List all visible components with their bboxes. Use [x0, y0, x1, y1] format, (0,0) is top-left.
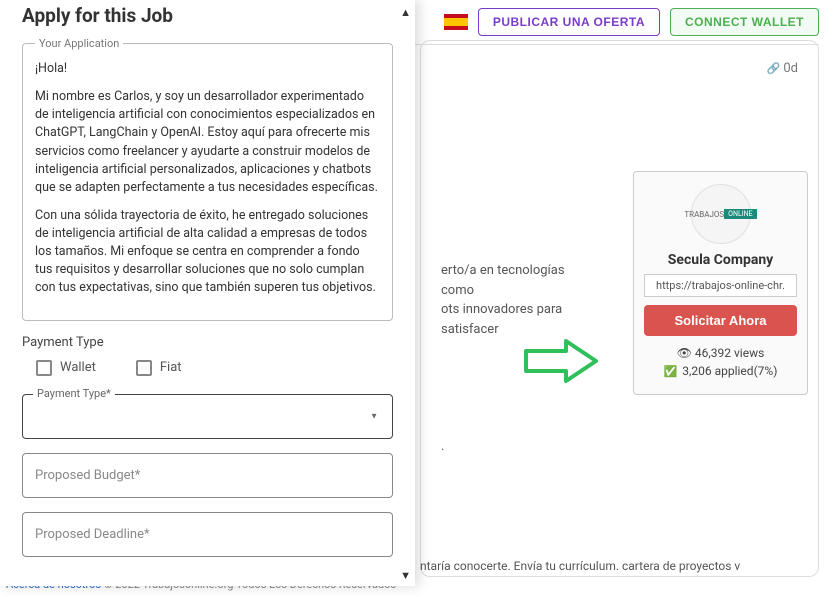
job-desc-line1: erto/a en tecnologías como: [441, 263, 565, 298]
company-avatar: TRABAJOS ONLINE: [691, 184, 751, 244]
company-url-field[interactable]: https://trabajos-online-chr.: [644, 274, 797, 297]
views-count: 46,392: [695, 346, 731, 360]
company-name: Secula Company: [644, 252, 797, 268]
green-arrow-icon: [521, 336, 601, 386]
budget-placeholder: Proposed Budget*: [35, 468, 140, 483]
wallet-checkbox-item[interactable]: Wallet: [36, 360, 96, 376]
applied-count: 3,206: [682, 364, 711, 378]
payment-type-label: Payment Type: [22, 335, 393, 350]
posted-age-badge: 0d: [767, 61, 798, 76]
scroll-up-icon[interactable]: ▲: [400, 6, 411, 19]
wallet-checkbox[interactable]: [36, 360, 52, 376]
app-para-3: Con una sólida trayectoria de éxito, he …: [35, 207, 380, 298]
spain-flag-icon[interactable]: [444, 14, 468, 30]
eye-icon: 👁: [677, 346, 692, 360]
applied-label: applied: [715, 364, 754, 378]
payment-type-select-label: Payment Type*: [33, 387, 115, 400]
company-card: TRABAJOS ONLINE Secula Company https://t…: [633, 171, 808, 395]
job-detail-container: 0d erto/a en tecnologías como ots innova…: [420, 40, 819, 577]
scroll-down-icon[interactable]: ▼: [400, 569, 411, 582]
apply-now-button[interactable]: Solicitar Ahora: [644, 305, 797, 336]
connect-wallet-button[interactable]: CONNECT WALLET: [670, 8, 819, 36]
applied-stat: ✅ 3,206 applied(7%): [644, 364, 797, 378]
job-desc-line2: ots innovadores para satisfacer: [441, 302, 562, 337]
fiat-checkbox-label: Fiat: [160, 360, 182, 375]
avatar-text-right: ONLINE: [724, 209, 756, 219]
payment-type-select[interactable]: Payment Type*: [22, 394, 393, 439]
job-desc-line3: .: [441, 439, 444, 454]
modal-title: Apply for this Job: [22, 4, 393, 27]
fiat-checkbox-item[interactable]: Fiat: [136, 360, 182, 376]
wallet-checkbox-label: Wallet: [60, 360, 96, 375]
fiat-checkbox[interactable]: [136, 360, 152, 376]
proposed-deadline-input[interactable]: Proposed Deadline*: [22, 512, 393, 557]
app-para-2: Mi nombre es Carlos, y soy un desarrolla…: [35, 88, 380, 197]
app-para-1: ¡Hola!: [35, 60, 380, 78]
deadline-placeholder: Proposed Deadline*: [35, 527, 150, 542]
avatar-text-left: TRABAJOS: [684, 210, 724, 219]
applied-pct: (7%): [754, 364, 778, 378]
application-legend: Your Application: [35, 37, 123, 50]
views-stat: 👁 46,392 views: [644, 346, 797, 360]
check-icon: ✅: [664, 365, 678, 378]
application-fieldset: Your Application ¡Hola! Mi nombre es Car…: [22, 37, 393, 321]
views-label: views: [734, 346, 764, 360]
post-job-button[interactable]: PUBLICAR UNA OFERTA: [478, 8, 660, 36]
apply-modal: ▲ ▼ Apply for this Job Your Application …: [0, 0, 415, 586]
payment-type-checkboxes: Wallet Fiat: [22, 360, 393, 376]
job-bottom-text: ntaría conocerte. Envía tu currículum. c…: [420, 559, 819, 573]
application-textarea[interactable]: ¡Hola! Mi nombre es Carlos, y soy un des…: [35, 60, 380, 298]
proposed-budget-input[interactable]: Proposed Budget*: [22, 453, 393, 498]
